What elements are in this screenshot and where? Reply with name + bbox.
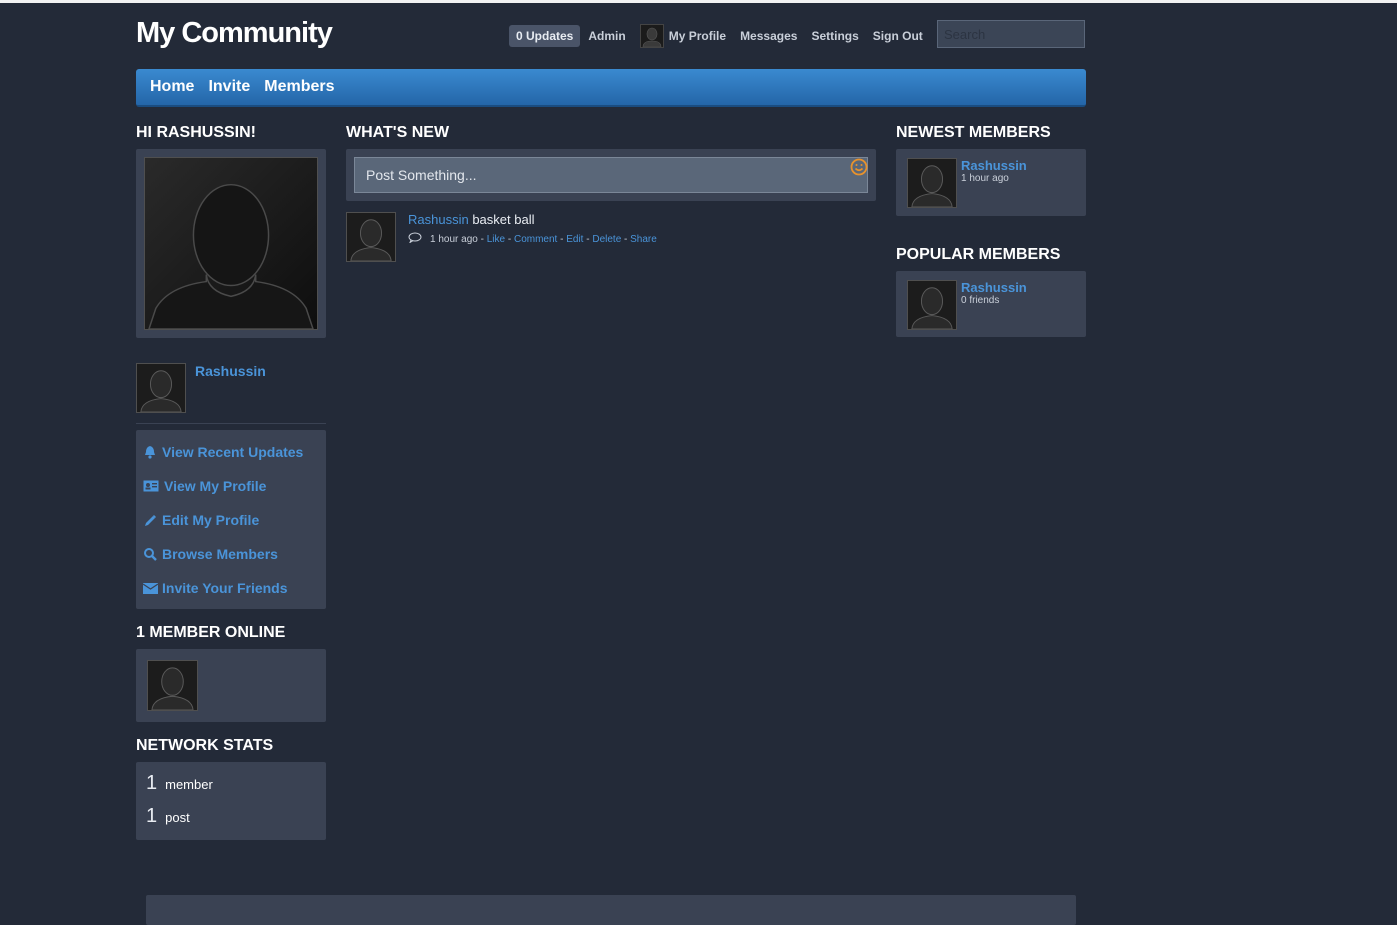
user-menu: View Recent Updates View My Profile Edit…: [136, 430, 326, 609]
browse-members-link[interactable]: Browse Members: [142, 546, 278, 562]
updates-button[interactable]: 0 Updates: [509, 25, 581, 47]
silhouette-icon: [151, 667, 194, 710]
share-link[interactable]: Share: [630, 234, 657, 245]
envelope-icon: [142, 580, 158, 596]
silhouette-icon: [911, 165, 953, 207]
stat-posts: 1 post: [146, 805, 190, 828]
main-nav: Home Invite Members: [136, 69, 1086, 107]
feed-text: basket ball: [472, 212, 535, 227]
nav-invite[interactable]: Invite: [208, 78, 250, 96]
post-panel: Post Something...: [346, 149, 876, 201]
smiley-icon[interactable]: [850, 158, 868, 181]
view-my-profile-link[interactable]: View My Profile: [142, 478, 266, 494]
messages-link[interactable]: Messages: [740, 29, 797, 43]
popular-members-heading: POPULAR MEMBERS: [896, 246, 1061, 263]
search-icon: [142, 546, 158, 562]
feed-time: 1 hour ago: [430, 233, 478, 245]
sign-out-link[interactable]: Sign Out: [873, 29, 923, 43]
my-profile-label: My Profile: [668, 29, 727, 43]
nav-home[interactable]: Home: [150, 78, 194, 96]
stat-label: post: [165, 810, 190, 825]
profile-photo-panel: [136, 149, 326, 338]
silhouette-icon: [350, 219, 392, 261]
stat-label: member: [165, 777, 213, 792]
newest-member-avatar[interactable]: [907, 158, 957, 208]
invite-friends-link[interactable]: Invite Your Friends: [142, 580, 288, 596]
online-members-panel: [136, 649, 326, 722]
whats-new-heading: WHAT'S NEW: [346, 124, 450, 141]
newest-members-heading: NEWEST MEMBERS: [896, 124, 1051, 141]
popular-member-avatar[interactable]: [907, 280, 957, 330]
like-link[interactable]: Like: [487, 234, 505, 245]
bell-icon: [142, 444, 158, 460]
newest-member-time: 1 hour ago: [961, 173, 1009, 184]
feed-meta: 1 hour ago - Like - Comment - Edit - Del…: [408, 232, 657, 246]
newest-member-name[interactable]: Rashussin: [961, 158, 1027, 173]
post-input[interactable]: Post Something...: [354, 157, 868, 193]
profile-card-icon: [142, 478, 160, 494]
stat-number: 1: [146, 805, 158, 827]
feed-author-avatar[interactable]: [346, 212, 396, 262]
feed-author-link[interactable]: Rashussin: [408, 212, 469, 227]
profile-photo[interactable]: [144, 157, 318, 330]
stat-members: 1 member: [146, 772, 213, 795]
menu-label: Edit My Profile: [162, 512, 260, 528]
site-title[interactable]: My Community: [136, 17, 333, 50]
my-profile-link[interactable]: My Profile: [639, 24, 727, 48]
settings-link[interactable]: Settings: [811, 29, 858, 43]
feed-item: Rashussin basket ball: [408, 212, 534, 227]
divider: [136, 423, 326, 424]
view-recent-updates-link[interactable]: View Recent Updates: [142, 444, 303, 460]
popular-member-friends: 0 friends: [961, 295, 1000, 306]
edit-my-profile-link[interactable]: Edit My Profile: [142, 512, 259, 528]
menu-label: Browse Members: [162, 546, 278, 562]
network-stats-panel: 1 member 1 post: [136, 762, 326, 840]
username-link[interactable]: Rashussin: [195, 363, 266, 379]
greeting-heading: HI RASHUSSIN!: [136, 124, 257, 141]
online-member-avatar[interactable]: [147, 660, 198, 711]
silhouette-icon: [140, 370, 182, 412]
pencil-icon: [142, 512, 158, 528]
footer: [146, 895, 1076, 925]
nav-members[interactable]: Members: [264, 78, 334, 96]
menu-label: View My Profile: [164, 478, 267, 494]
edit-link[interactable]: Edit: [566, 234, 583, 245]
avatar-icon: [639, 24, 664, 48]
popular-member-name[interactable]: Rashussin: [961, 280, 1027, 295]
search-input[interactable]: [937, 20, 1085, 48]
online-heading: 1 MEMBER ONLINE: [136, 624, 286, 641]
popular-members-panel: Rashussin 0 friends: [896, 271, 1086, 337]
top-border: [0, 0, 1397, 3]
comment-bubble-icon: [408, 232, 422, 246]
delete-link[interactable]: Delete: [592, 234, 621, 245]
stats-heading: NETWORK STATS: [136, 737, 274, 754]
menu-label: Invite Your Friends: [162, 580, 288, 596]
admin-link[interactable]: Admin: [588, 29, 625, 43]
menu-label: View Recent Updates: [162, 444, 304, 460]
silhouette-icon: [148, 183, 314, 329]
silhouette-icon: [911, 287, 953, 329]
comment-link[interactable]: Comment: [514, 234, 557, 245]
user-avatar[interactable]: [136, 363, 186, 413]
top-nav: 0 Updates Admin My Profile Messages Sett…: [509, 23, 937, 49]
newest-members-panel: Rashussin 1 hour ago: [896, 149, 1086, 216]
stat-number: 1: [146, 772, 158, 794]
